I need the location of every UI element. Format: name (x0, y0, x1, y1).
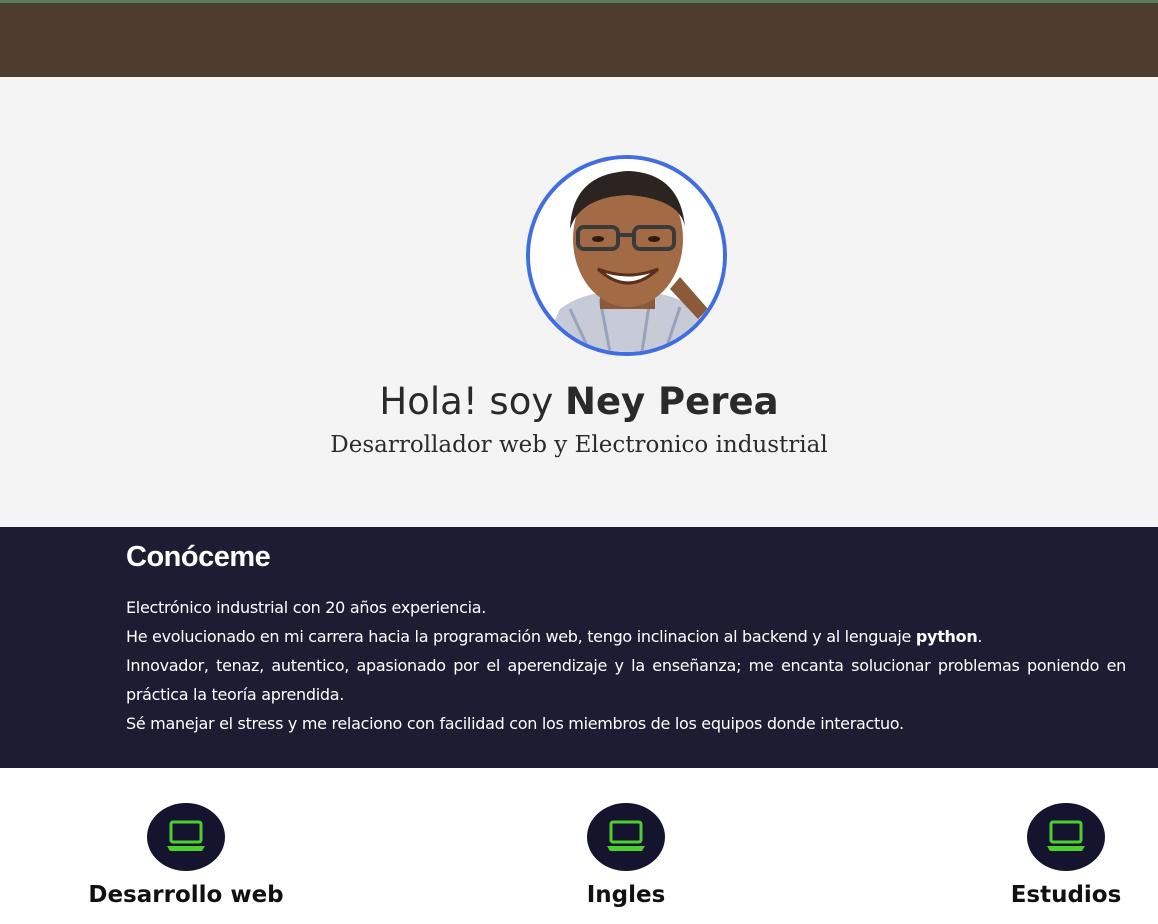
about-text: Electrónico industrial con 20 años exper… (126, 593, 1126, 738)
python-highlight: python (915, 627, 978, 646)
hero-greeting: Hola! soy (379, 380, 554, 423)
skill-label: Estudios (1010, 882, 1122, 908)
skill-label: Desarrollo web (88, 882, 284, 908)
hero-title: Hola! soy Ney Perea (0, 378, 1158, 426)
hero-name: Ney Perea (565, 380, 779, 423)
skill-icon-circle (587, 803, 665, 871)
about-section: Conóceme Electrónico industrial con 20 a… (0, 527, 1158, 768)
about-line-2-end: . (977, 627, 983, 646)
skills-section: Desarrollo web Ingles Estudios (0, 768, 1158, 924)
skill-icon-circle (1027, 803, 1105, 871)
laptop-icon (607, 820, 645, 851)
about-title: Conóceme (126, 541, 271, 573)
laptop-icon (167, 820, 205, 851)
profile-photo (530, 159, 723, 352)
hero-subtitle: Desarrollador web y Electronico industri… (330, 432, 828, 458)
about-line-3: Innovador, tenaz, autentico, apasionado … (126, 656, 1126, 704)
navbar (0, 3, 1158, 77)
about-line-4: Sé manejar el stress y me relaciono con … (126, 714, 904, 733)
about-line-2: He evolucionado en mi carrera hacia la p… (126, 622, 1126, 651)
laptop-icon (1047, 820, 1085, 851)
about-line-2-text: He evolucionado en mi carrera hacia la p… (126, 627, 916, 646)
skill-label: Ingles (586, 882, 666, 908)
profile-avatar (526, 155, 727, 356)
about-line-1: Electrónico industrial con 20 años exper… (126, 598, 487, 617)
skill-icon-circle (147, 803, 225, 871)
